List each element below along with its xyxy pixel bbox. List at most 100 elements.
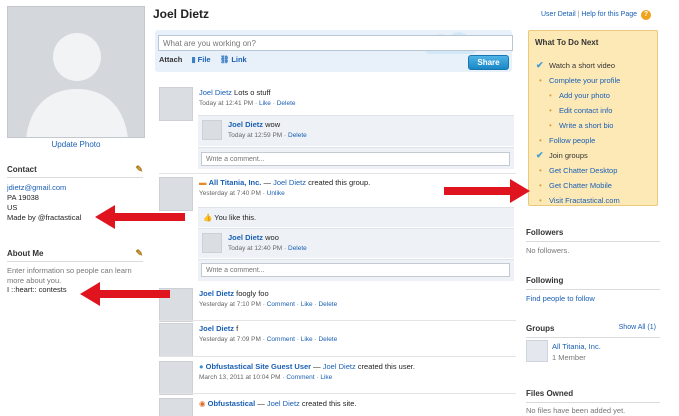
group-members: 1 Member [552, 353, 586, 362]
pencil-icon[interactable]: ✎ [135, 248, 143, 259]
arrow-icon [444, 179, 530, 203]
post-text: created this user. [357, 362, 415, 371]
bullet-icon: • [539, 136, 542, 145]
attach-label: Attach [159, 55, 183, 64]
help-link[interactable]: Help for this Page [581, 11, 637, 18]
file-icon: ▮ [191, 55, 196, 64]
group-link[interactable]: All Titania, Inc. [209, 178, 262, 187]
todo-chatter-mobile[interactable]: • Get Chatter Mobile [535, 178, 657, 193]
post-time: Today at 12:41 PM [199, 100, 254, 107]
like-link[interactable]: Like [259, 100, 271, 107]
like-link[interactable]: Like [301, 336, 313, 343]
contact-title: Contact [7, 165, 37, 174]
post-text: created this site. [301, 399, 357, 408]
comment-time: Today at 12:40 PM [228, 245, 283, 252]
update-photo-link[interactable]: Update Photo [7, 140, 145, 149]
avatar [202, 233, 222, 253]
delete-link[interactable]: Delete [318, 301, 337, 308]
status-input[interactable] [158, 35, 513, 51]
profile-photo [7, 6, 145, 138]
author-link[interactable]: Joel Dietz [273, 178, 306, 187]
comment-input[interactable] [201, 152, 510, 166]
author-link[interactable]: Joel Dietz [199, 324, 234, 333]
divider [159, 320, 516, 321]
feed-post: Joel Dietz f Yesterday at 7:09 PM · Comm… [159, 323, 514, 357]
zip-text: PA 19038 [7, 193, 39, 202]
like-link[interactable]: Like [301, 301, 313, 308]
divider [159, 393, 516, 394]
check-icon: ✔ [536, 60, 544, 70]
divider [159, 356, 516, 357]
todo-visit-fractastical[interactable]: • Visit Fractastical.com [535, 193, 657, 208]
link-icon: ⛓ [219, 55, 230, 64]
todo-list: ✔ Watch a short video • Complete your prof… [535, 58, 657, 208]
author-link[interactable]: Joel Dietz [228, 120, 263, 129]
comment-text: woo [265, 233, 279, 242]
comment-link[interactable]: Comment [267, 336, 295, 343]
pencil-icon[interactable]: ✎ [135, 164, 143, 175]
bullet-icon: • [539, 76, 542, 85]
todo-title: What To Do Next [535, 38, 599, 47]
avatar-silhouette-icon [8, 7, 144, 137]
todo-join-groups[interactable]: ✔ Join groups [535, 148, 657, 163]
comment-link[interactable]: Comment [267, 301, 295, 308]
author-link[interactable]: Joel Dietz [199, 88, 232, 97]
page-title: Joel Dietz [153, 7, 210, 21]
author-link[interactable]: Joel Dietz [228, 233, 263, 242]
files-text: No files have been added yet. [526, 406, 626, 415]
post-text: f [236, 324, 239, 333]
delete-link[interactable]: Delete [288, 132, 307, 139]
followers-header: Followers [526, 228, 660, 242]
comment-input[interactable] [201, 263, 510, 277]
feed-post: ● Obfustastical Site Guest User — Joel D… [159, 361, 514, 395]
group-link[interactable]: All Titania, Inc. [552, 342, 601, 351]
todo-follow-people[interactable]: • Follow people [535, 133, 657, 148]
thumbs-up-icon: 👍 [203, 213, 213, 222]
author-link[interactable]: Joel Dietz [267, 399, 300, 408]
todo-add-photo[interactable]: • Add your photo [535, 88, 657, 103]
author-link[interactable]: Joel Dietz [199, 289, 234, 298]
email-link[interactable]: jdietz@gmail.com [7, 183, 66, 192]
todo-panel: What To Do Next ✔ Watch a short video • Co… [528, 30, 658, 206]
todo-watch-video[interactable]: ✔ Watch a short video [535, 58, 657, 73]
show-all-link[interactable]: Show All (1) [619, 324, 656, 331]
actor-link[interactable]: Obfustastical Site Guest User [206, 362, 311, 371]
attach-row: Attach ▮ File ⛓ Link [159, 55, 254, 64]
bullet-icon: • [549, 91, 552, 100]
author-link[interactable]: Joel Dietz [323, 362, 356, 371]
arrow-icon [80, 282, 170, 306]
you-like-text: You like this. [214, 213, 257, 222]
post-time: March 13, 2011 at 10:04 PM [199, 374, 281, 381]
groups-header: Groups Show All (1) [526, 324, 660, 338]
actor-link[interactable]: Obfustastical [208, 399, 256, 408]
todo-chatter-desktop[interactable]: • Get Chatter Desktop [535, 163, 657, 178]
attach-file-button[interactable]: ▮ File [191, 55, 210, 64]
todo-complete-profile[interactable]: • Complete your profile [535, 73, 657, 88]
bullet-icon: • [539, 196, 542, 205]
like-link[interactable]: Like [320, 374, 332, 381]
todo-write-bio[interactable]: • Write a short bio [535, 118, 657, 133]
todo-edit-contact[interactable]: • Edit contact info [535, 103, 657, 118]
bullet-icon: • [539, 166, 542, 175]
feed-post: ◉ Obfustastical — Joel Dietz created thi… [159, 398, 514, 416]
about-section-header: About Me ✎ [7, 248, 143, 262]
delete-link[interactable]: Delete [288, 245, 307, 252]
find-people-link[interactable]: Find people to follow [526, 294, 595, 303]
unlike-link[interactable]: Unlike [267, 190, 285, 197]
comment-text: wow [265, 120, 281, 129]
attach-link-button[interactable]: ⛓ Link [220, 55, 247, 64]
comment-item: Joel Dietz wow Today at 12:59 PM · Delet… [198, 115, 514, 146]
help-icon[interactable]: ? [640, 10, 651, 20]
comment-link[interactable]: Comment [286, 374, 314, 381]
delete-link[interactable]: Delete [318, 336, 337, 343]
post-time: Yesterday at 7:10 PM [199, 301, 261, 308]
followers-text: No followers. [526, 246, 570, 255]
delete-link[interactable]: Delete [277, 100, 296, 107]
user-detail-link[interactable]: User Detail [541, 11, 576, 18]
comment-time: Today at 12:59 PM [228, 132, 283, 139]
share-button[interactable]: Share [468, 55, 509, 70]
user-icon: ● [199, 362, 204, 371]
post-time: Yesterday at 7:40 PM [199, 190, 261, 197]
header-links: User Detail | Help for this Page ? [541, 10, 651, 20]
bullet-icon: • [549, 106, 552, 115]
